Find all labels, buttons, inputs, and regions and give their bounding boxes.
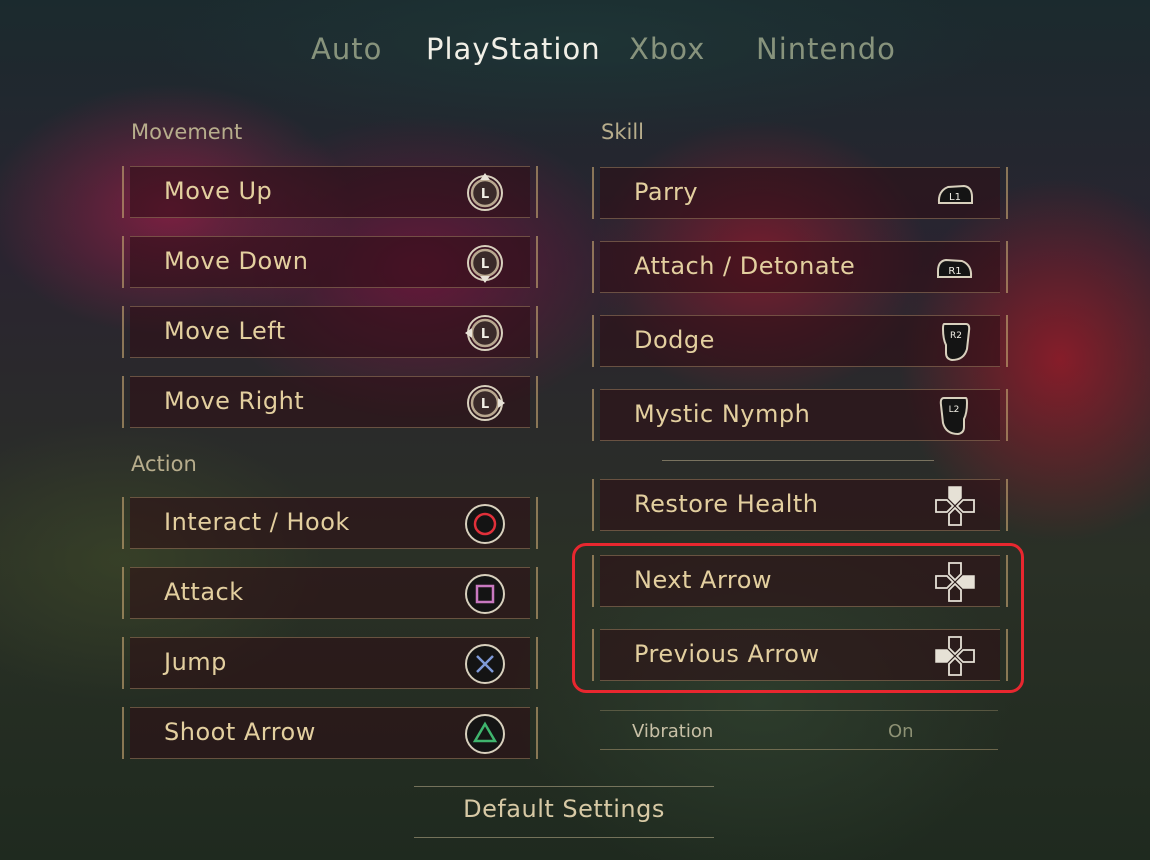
vibration-value: On <box>888 721 914 742</box>
controller-type-tabs: Auto PlayStation Xbox Nintendo <box>0 32 1150 82</box>
vibration-setting[interactable]: Vibration On <box>600 710 998 750</box>
binding-label: Restore Health <box>634 490 819 518</box>
svg-text:R1: R1 <box>948 266 961 277</box>
binding-label: Move Up <box>164 177 273 205</box>
binding-label: Parry <box>634 178 699 206</box>
left-stick-down-icon: L <box>467 245 503 283</box>
default-settings-button[interactable]: Default Settings <box>414 786 714 838</box>
vibration-label: Vibration <box>632 721 714 742</box>
binding-row-parry[interactable]: Parry L1 <box>592 167 1008 219</box>
binding-row-previous-arrow[interactable]: Previous Arrow <box>592 629 1008 681</box>
tab-nintendo[interactable]: Nintendo <box>756 32 896 66</box>
binding-label: Interact / Hook <box>164 508 350 536</box>
binding-label: Move Right <box>164 387 305 415</box>
tab-auto[interactable]: Auto <box>311 32 382 66</box>
binding-row-move-right[interactable]: Move Right L <box>122 376 538 428</box>
binding-label: Mystic Nymph <box>634 400 811 428</box>
binding-row-attack[interactable]: Attack <box>122 567 538 619</box>
binding-row-shoot-arrow[interactable]: Shoot Arrow <box>122 707 538 759</box>
binding-row-move-down[interactable]: Move Down L <box>122 236 538 288</box>
l1-button-icon: L1 <box>937 184 973 204</box>
svg-text:L1: L1 <box>949 192 961 203</box>
binding-label: Jump <box>164 648 227 676</box>
binding-label: Next Arrow <box>634 566 773 594</box>
skill-section-title: Skill <box>601 120 644 144</box>
default-settings-label: Default Settings <box>463 795 665 823</box>
r1-button-icon: R1 <box>937 258 973 278</box>
cross-button-icon <box>465 644 505 684</box>
binding-label: Move Left <box>164 317 286 345</box>
binding-label: Shoot Arrow <box>164 718 316 746</box>
binding-label: Move Down <box>164 247 309 275</box>
binding-row-jump[interactable]: Jump <box>122 637 538 689</box>
tab-playstation[interactable]: PlayStation <box>426 32 601 66</box>
svg-text:L: L <box>481 397 489 412</box>
left-stick-right-icon: L <box>467 385 505 421</box>
binding-row-mystic-nymph[interactable]: Mystic Nymph L2 <box>592 389 1008 441</box>
triangle-button-icon <box>465 714 505 754</box>
binding-row-interact-hook[interactable]: Interact / Hook <box>122 497 538 549</box>
dpad-up-icon <box>935 486 975 526</box>
binding-row-dodge[interactable]: Dodge R2 <box>592 315 1008 367</box>
dpad-right-icon <box>935 562 975 602</box>
square-button-icon <box>465 574 505 614</box>
binding-label: Previous Arrow <box>634 640 820 668</box>
binding-row-restore-health[interactable]: Restore Health <box>592 479 1008 531</box>
l2-trigger-icon: L2 <box>939 397 969 436</box>
svg-text:R2: R2 <box>950 331 962 341</box>
left-stick-up-icon: L <box>467 173 503 211</box>
svg-text:L2: L2 <box>949 405 960 415</box>
svg-text:L: L <box>481 327 489 342</box>
left-stick-left-icon: L <box>465 315 503 351</box>
r2-trigger-icon: R2 <box>941 323 971 362</box>
skill-divider <box>662 460 934 461</box>
binding-label: Attach / Detonate <box>634 252 856 280</box>
binding-row-move-left[interactable]: Move Left L <box>122 306 538 358</box>
circle-button-icon <box>465 504 505 544</box>
svg-text:L: L <box>481 257 489 272</box>
tab-xbox[interactable]: Xbox <box>629 32 705 66</box>
action-section-title: Action <box>131 452 197 476</box>
movement-section-title: Movement <box>131 120 243 144</box>
binding-row-move-up[interactable]: Move Up L <box>122 166 538 218</box>
binding-label: Attack <box>164 578 244 606</box>
dpad-left-icon <box>935 636 975 676</box>
binding-label: Dodge <box>634 326 715 354</box>
svg-text:L: L <box>481 187 489 202</box>
binding-row-attach-detonate[interactable]: Attach / Detonate R1 <box>592 241 1008 293</box>
binding-row-next-arrow[interactable]: Next Arrow <box>592 555 1008 607</box>
